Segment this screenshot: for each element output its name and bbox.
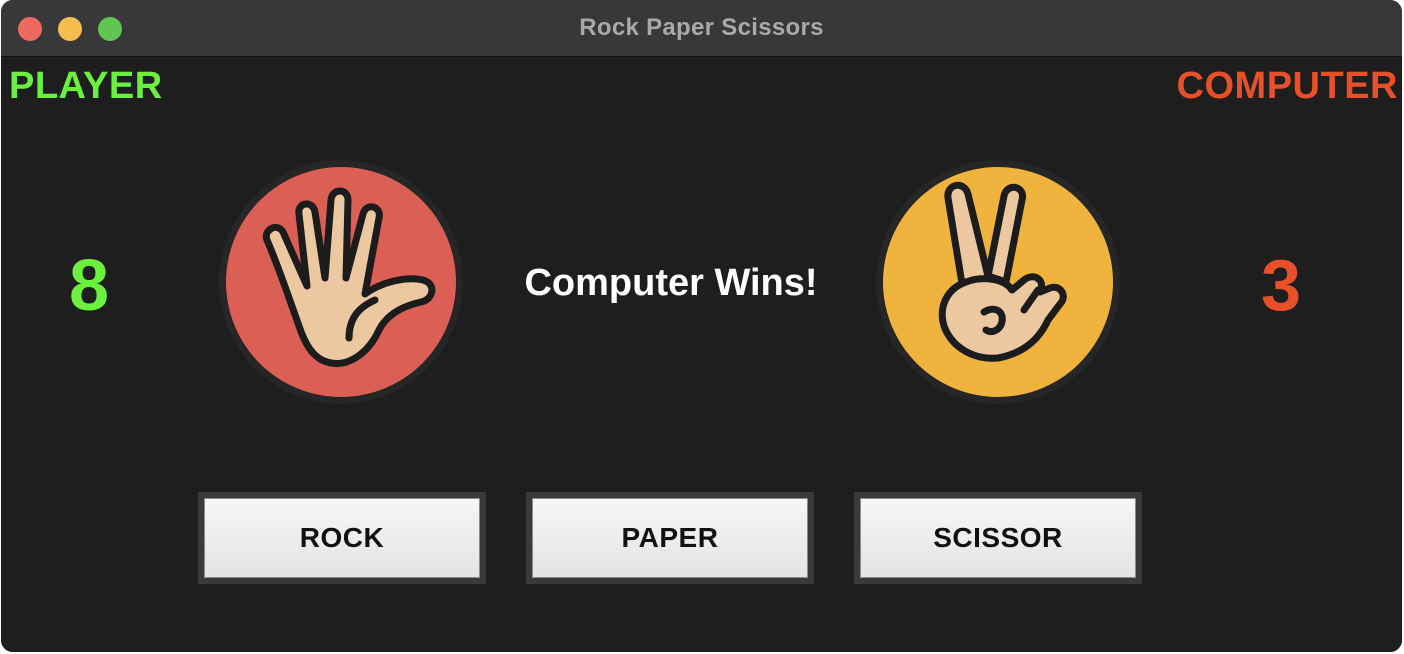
result-message: Computer Wins!: [524, 262, 818, 304]
app-window: Rock Paper Scissors PLAYER COMPUTER 8 3 …: [1, 0, 1402, 652]
computer-score: 3: [1260, 246, 1302, 326]
computer-label: COMPUTER: [1176, 65, 1398, 107]
player-label: PLAYER: [9, 65, 163, 107]
rock-button-frame: ROCK: [198, 492, 486, 584]
scissor-button-frame: SCISSOR: [854, 492, 1142, 584]
scissor-button[interactable]: SCISSOR: [860, 498, 1136, 578]
paper-button-frame: PAPER: [526, 492, 814, 584]
game-area: PLAYER COMPUTER 8 3 Computer Wins! ROCK …: [1, 57, 1402, 652]
player-score: 8: [68, 246, 110, 326]
paper-button[interactable]: PAPER: [532, 498, 808, 578]
rock-button[interactable]: ROCK: [204, 498, 480, 578]
title-bar: Rock Paper Scissors: [1, 0, 1402, 57]
scissors-hand-icon: [876, 160, 1120, 404]
window-title: Rock Paper Scissors: [579, 14, 824, 41]
paper-hand-icon: [219, 160, 463, 404]
